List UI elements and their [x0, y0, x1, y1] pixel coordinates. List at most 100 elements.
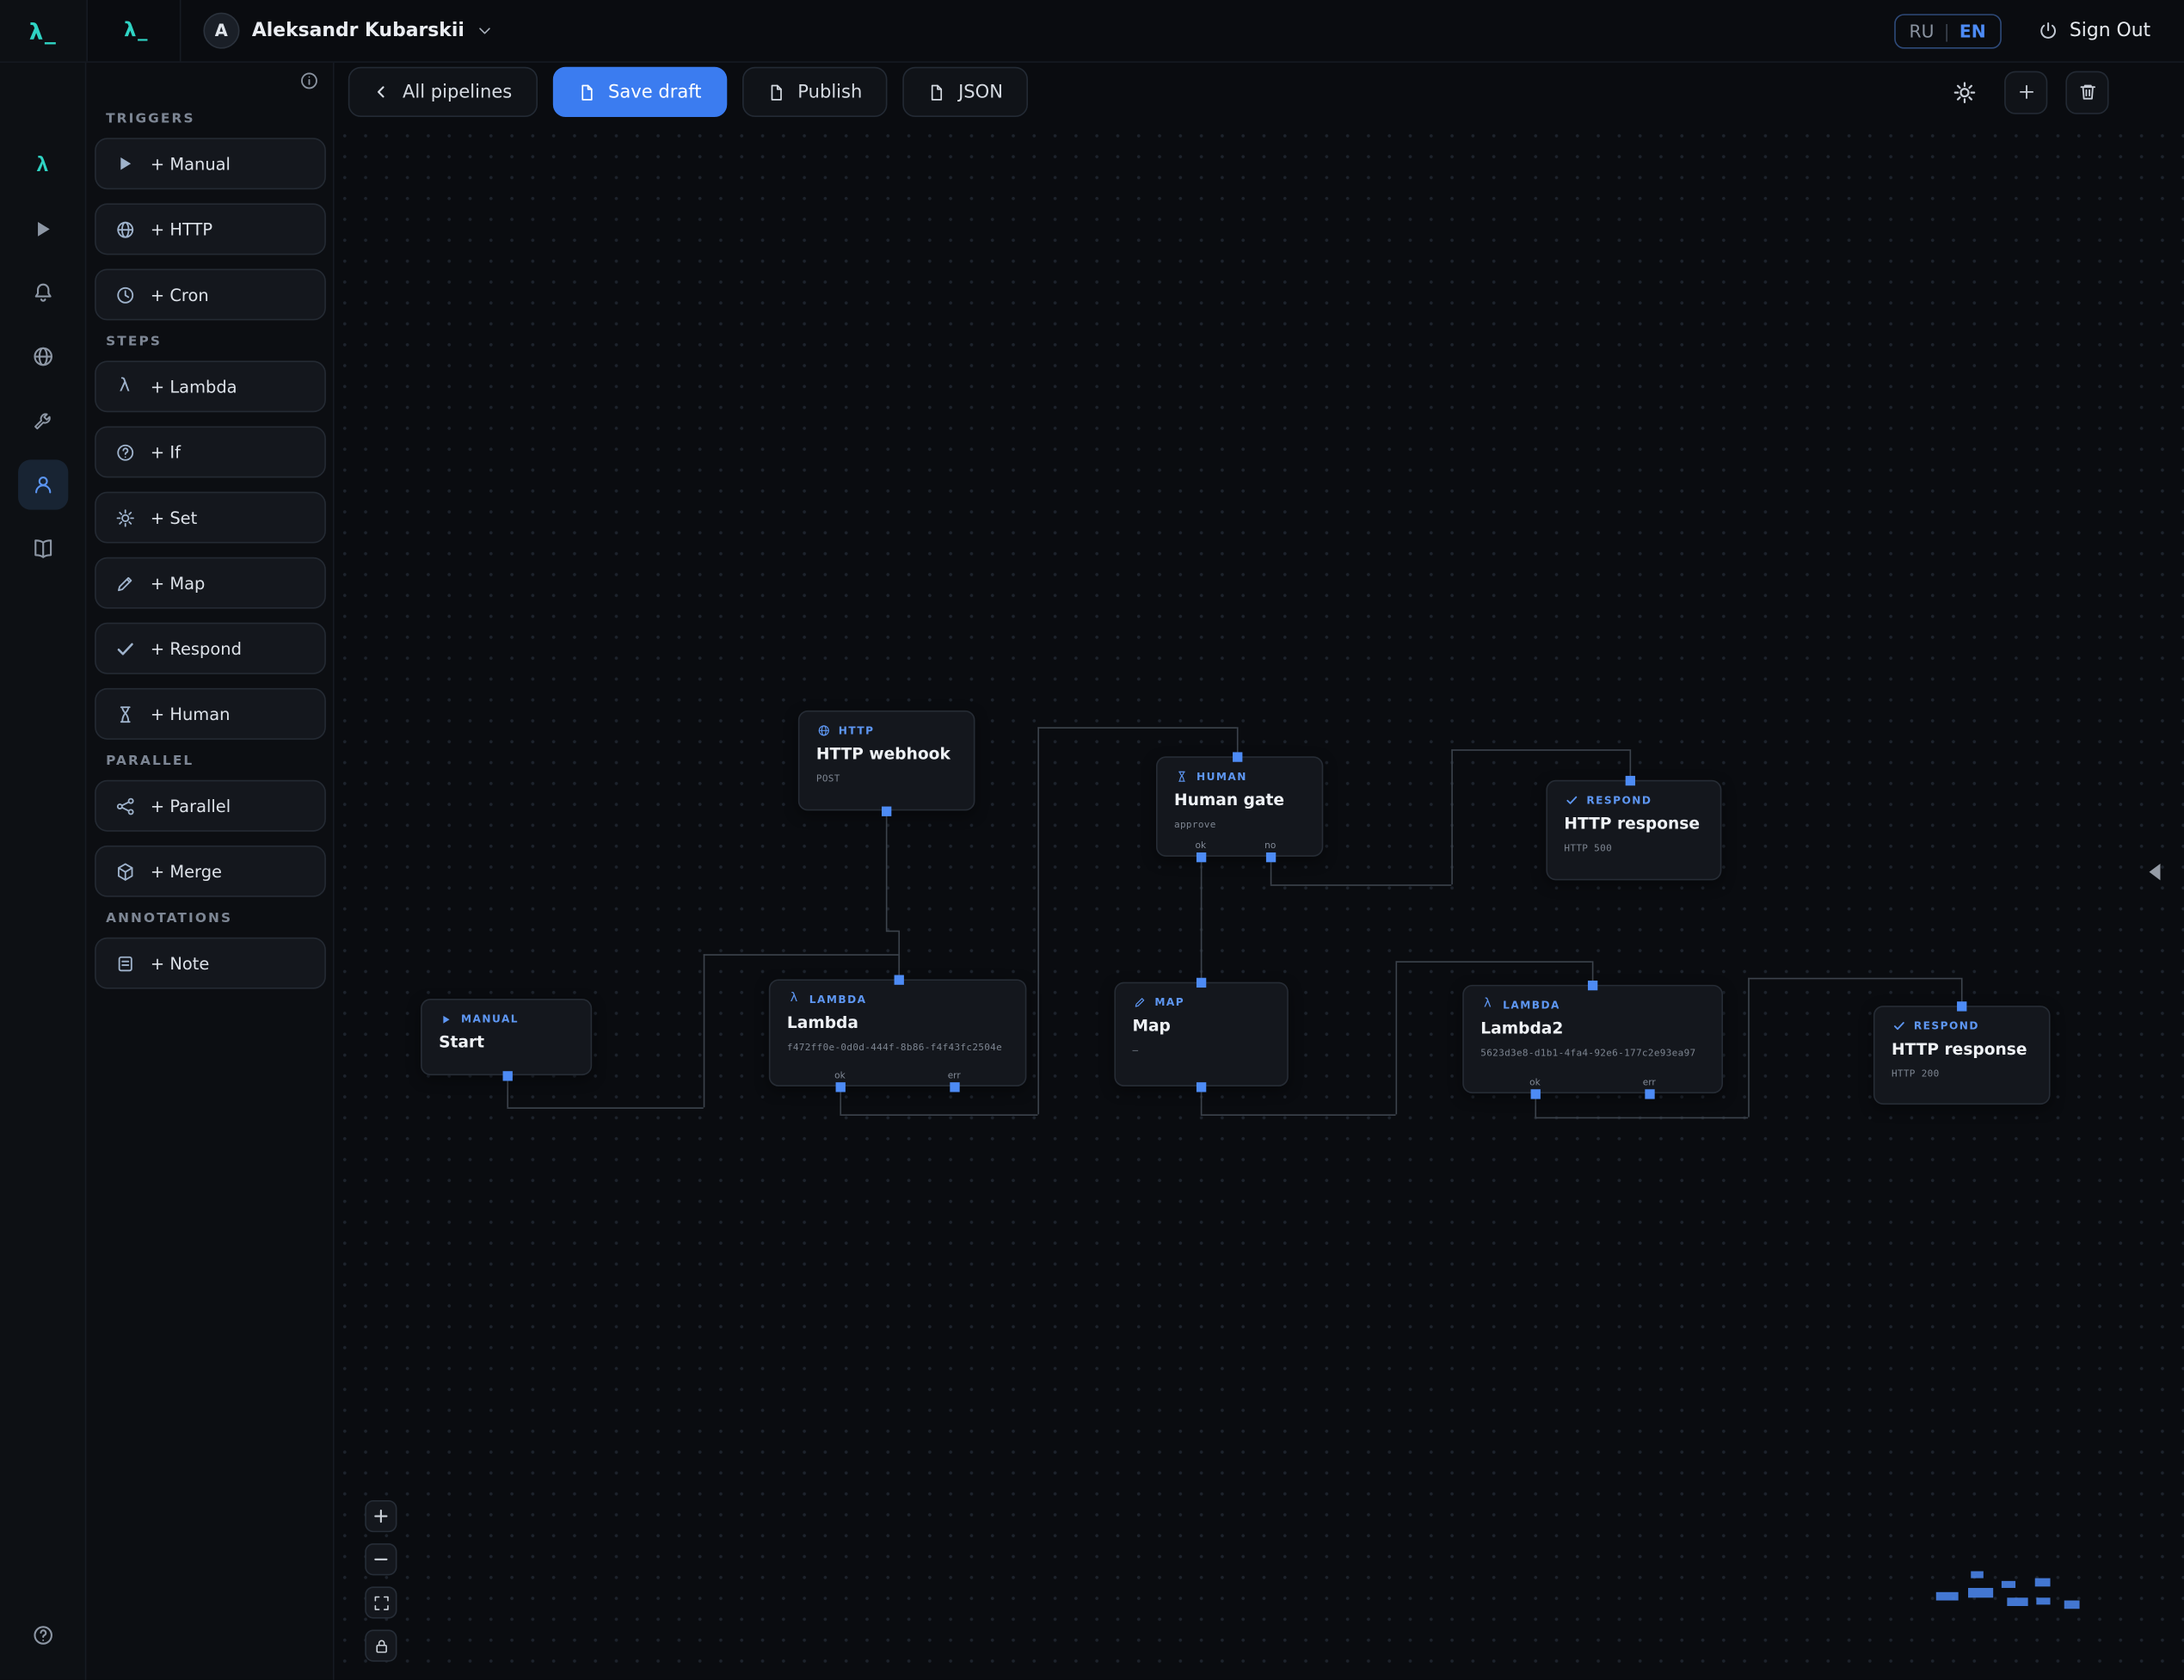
edge-segment: [898, 931, 900, 980]
minimap-node[interactable]: [2002, 1581, 2015, 1588]
minimap-node[interactable]: [2035, 1578, 2051, 1587]
delete-button[interactable]: [2065, 71, 2108, 114]
lock-button[interactable]: [365, 1630, 397, 1662]
pencil-icon: [114, 573, 135, 593]
rail-wrench-icon[interactable]: [17, 396, 67, 446]
edge-segment: [1201, 857, 1203, 982]
node-http-response-500[interactable]: RESPOND HTTP response HTTP 500: [1546, 780, 1721, 881]
minimap-node[interactable]: [2007, 1597, 2027, 1606]
edge-segment: [1748, 978, 1750, 1117]
node-title: Start: [439, 1032, 574, 1052]
port-handle[interactable]: [1530, 1088, 1540, 1098]
node-title: Human gate: [1174, 790, 1305, 809]
sidebar-item-label: + Lambda: [151, 377, 237, 397]
zoom-out-button[interactable]: [365, 1543, 397, 1575]
port-handle[interactable]: [1265, 852, 1275, 861]
play-icon: [439, 1013, 452, 1025]
sidebar-item-manual[interactable]: + Manual: [95, 138, 326, 189]
save-draft-button[interactable]: Save draft: [552, 67, 727, 117]
collapse-panel-arrow-icon[interactable]: [2150, 864, 2161, 880]
publish-label: Publish: [797, 82, 862, 102]
minimap-node[interactable]: [1936, 1592, 1959, 1601]
file-icon: [927, 83, 945, 101]
sidebar-item-http[interactable]: + HTTP: [95, 203, 326, 255]
lang-divider: |: [1944, 20, 1950, 40]
zoom-in-button[interactable]: [365, 1500, 397, 1532]
rail-play-icon[interactable]: [17, 203, 67, 253]
node-title: HTTP response: [1892, 1039, 2033, 1059]
node-start[interactable]: MANUAL Start: [421, 999, 592, 1075]
port-handle[interactable]: [835, 1081, 845, 1091]
clock-icon: [114, 285, 135, 305]
pencil-icon: [1132, 996, 1146, 1009]
port-handle[interactable]: [1625, 775, 1634, 785]
node-http-webhook[interactable]: HTTP HTTP webhook POST: [798, 711, 975, 811]
node-map[interactable]: MAP Map —: [1114, 982, 1288, 1086]
minimap-node[interactable]: [2064, 1601, 2080, 1609]
all-pipelines-button[interactable]: All pipelines: [348, 67, 538, 117]
sidebar-item-cron[interactable]: + Cron: [95, 269, 326, 321]
edge-segment: [1201, 1114, 1396, 1116]
rail-book-icon[interactable]: [17, 524, 67, 574]
lang-ru[interactable]: RU: [1910, 20, 1935, 40]
port-handle[interactable]: [502, 1070, 512, 1080]
info-icon[interactable]: [299, 71, 319, 91]
language-toggle[interactable]: RU | EN: [1894, 13, 2002, 47]
rail-lambda-icon[interactable]: λ: [17, 139, 67, 189]
brand-logo-icon[interactable]: λ_: [124, 20, 149, 42]
rail-bell-icon[interactable]: [17, 268, 67, 317]
node-lambda[interactable]: λ LAMBDA Lambda f472ff0e-0d0d-444f-8b86-…: [769, 979, 1027, 1086]
sidebar-item-if[interactable]: + If: [95, 426, 326, 477]
all-pipelines-label: All pipelines: [403, 82, 512, 102]
port-handle[interactable]: [1196, 852, 1205, 861]
json-button[interactable]: JSON: [902, 67, 1028, 117]
port-handle[interactable]: [881, 806, 890, 815]
node-title: Map: [1132, 1015, 1270, 1035]
edge-segment: [1451, 749, 1629, 751]
sidebar-item-label: + Parallel: [151, 796, 231, 815]
port-handle[interactable]: [1587, 980, 1596, 989]
port-handle[interactable]: [950, 1081, 959, 1091]
node-http-response-200[interactable]: RESPOND HTTP response HTTP 200: [1873, 1006, 2051, 1105]
hourglass-icon: [114, 705, 135, 724]
node-lambda2[interactable]: λ LAMBDA Lambda2 5623d3e8-d1b1-4fa4-92e6…: [1462, 985, 1723, 1093]
rail-globe-icon[interactable]: [17, 331, 67, 381]
sidebar-item-set[interactable]: + Set: [95, 492, 326, 544]
node-human-gate[interactable]: HUMAN Human gate approve: [1156, 756, 1323, 857]
sidebar-item-lambda[interactable]: λ + Lambda: [95, 360, 326, 412]
add-node-button[interactable]: [2004, 71, 2047, 114]
edge-segment: [704, 954, 705, 1107]
rail-user-icon[interactable]: [17, 459, 67, 509]
node-type-label: MAP: [1154, 996, 1184, 1009]
node-subtitle: POST: [816, 773, 957, 785]
sign-out-button[interactable]: Sign Out: [2029, 18, 2159, 43]
fit-view-button[interactable]: [365, 1586, 397, 1618]
sidebar-item-merge[interactable]: + Merge: [95, 846, 326, 897]
sidebar-item-parallel[interactable]: + Parallel: [95, 780, 326, 832]
port-handle[interactable]: [894, 975, 903, 984]
lang-en[interactable]: EN: [1959, 20, 1986, 40]
theme-sun-icon[interactable]: [1943, 71, 1986, 114]
plus-icon: [372, 1507, 390, 1525]
sidebar-item-label: + Human: [151, 705, 231, 724]
sidebar-item-label: + Cron: [151, 285, 209, 305]
app-logo[interactable]: λ_: [0, 0, 88, 61]
sidebar-item-human[interactable]: + Human: [95, 688, 326, 740]
file-icon: [767, 83, 785, 101]
sidebar-item-map[interactable]: + Map: [95, 557, 326, 609]
minimap-node[interactable]: [2036, 1597, 2050, 1604]
publish-button[interactable]: Publish: [742, 67, 888, 117]
port-handle[interactable]: [1232, 752, 1241, 761]
port-handle[interactable]: [1196, 1081, 1205, 1091]
port-handle[interactable]: [1645, 1088, 1654, 1098]
sidebar-item-note[interactable]: + Note: [95, 938, 326, 989]
minimap-node[interactable]: [1971, 1572, 1984, 1578]
minimap-node[interactable]: [1968, 1588, 1993, 1597]
canvas-toolbar-right: [1943, 67, 2109, 117]
account-menu[interactable]: A Aleksandr Kubarskii: [203, 13, 494, 49]
sidebar-item-respond[interactable]: + Respond: [95, 623, 326, 674]
pipeline-canvas[interactable]: [335, 61, 2184, 1680]
port-handle[interactable]: [1956, 1000, 1966, 1010]
port-handle[interactable]: [1196, 977, 1205, 987]
help-icon[interactable]: [17, 1610, 67, 1660]
